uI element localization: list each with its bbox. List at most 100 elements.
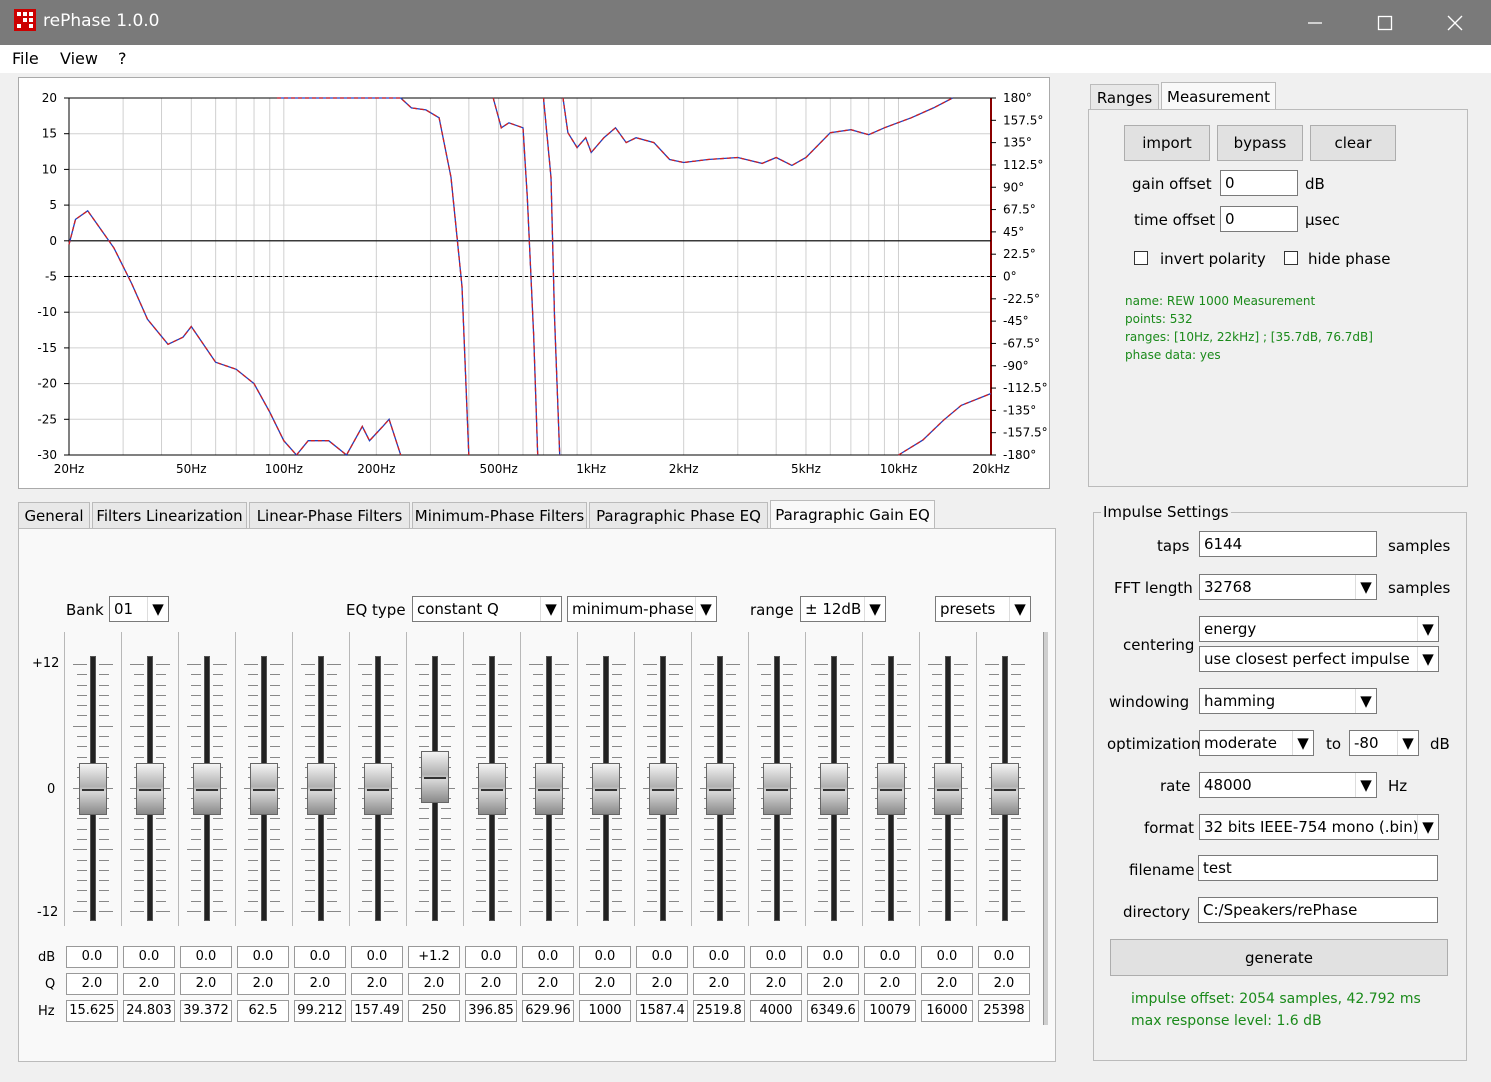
band-q-field[interactable]: 2.0 bbox=[465, 973, 517, 995]
tab-linear-phase-filters[interactable]: Linear-Phase Filters bbox=[249, 502, 410, 528]
gain-slider-handle[interactable] bbox=[819, 763, 848, 815]
band-q-field[interactable]: 2.0 bbox=[579, 973, 631, 995]
band-frequency-field[interactable]: 2519.8 bbox=[693, 1000, 745, 1022]
menu-file[interactable]: File bbox=[12, 49, 39, 68]
band-q-field[interactable]: 2.0 bbox=[123, 973, 175, 995]
band-frequency-field[interactable]: 62.5 bbox=[237, 1000, 289, 1022]
gain-offset-input[interactable]: 0 bbox=[1220, 170, 1298, 196]
minimize-button[interactable] bbox=[1280, 0, 1350, 45]
tab-general[interactable]: General bbox=[18, 502, 90, 528]
band-gain-field[interactable]: 0.0 bbox=[750, 946, 802, 968]
band-q-field[interactable]: 2.0 bbox=[351, 973, 403, 995]
band-q-field[interactable]: 2.0 bbox=[693, 973, 745, 995]
band-q-field[interactable]: 2.0 bbox=[978, 973, 1030, 995]
filename-input[interactable]: test bbox=[1198, 855, 1438, 881]
gain-slider-handle[interactable] bbox=[762, 763, 791, 815]
band-gain-field[interactable]: 0.0 bbox=[693, 946, 745, 968]
menu-view[interactable]: View bbox=[60, 49, 98, 68]
band-gain-field[interactable]: 0.0 bbox=[579, 946, 631, 968]
band-q-field[interactable]: 2.0 bbox=[522, 973, 574, 995]
taps-input[interactable]: 6144 bbox=[1199, 531, 1377, 557]
band-q-field[interactable]: 2.0 bbox=[750, 973, 802, 995]
band-q-field[interactable]: 2.0 bbox=[921, 973, 973, 995]
band-frequency-field[interactable]: 39.372 bbox=[180, 1000, 232, 1022]
gain-slider-handle[interactable] bbox=[78, 763, 107, 815]
band-frequency-field[interactable]: 24.803 bbox=[123, 1000, 175, 1022]
tab-filters-linearization[interactable]: Filters Linearization bbox=[92, 502, 247, 528]
band-frequency-field[interactable]: 25398 bbox=[978, 1000, 1030, 1022]
windowing-select[interactable]: hamming ▼ bbox=[1199, 688, 1377, 714]
gain-slider-handle[interactable] bbox=[363, 763, 392, 815]
bypass-button[interactable]: bypass bbox=[1217, 125, 1303, 161]
band-q-field[interactable]: 2.0 bbox=[864, 973, 916, 995]
eq-type-select[interactable]: constant Q ▼ bbox=[412, 596, 562, 622]
gain-slider-handle[interactable] bbox=[933, 763, 962, 815]
gain-slider-handle[interactable] bbox=[306, 763, 335, 815]
tab-paragraphic-phase-eq[interactable]: Paragraphic Phase EQ bbox=[589, 502, 768, 528]
phase-type-select[interactable]: minimum-phase ▼ bbox=[567, 596, 717, 622]
band-q-field[interactable]: 2.0 bbox=[294, 973, 346, 995]
band-gain-field[interactable]: 0.0 bbox=[522, 946, 574, 968]
invert-polarity-checkbox[interactable] bbox=[1134, 251, 1148, 265]
band-frequency-field[interactable]: 99.212 bbox=[294, 1000, 346, 1022]
tab-minimum-phase-filters[interactable]: Minimum-Phase Filters bbox=[412, 502, 587, 528]
tab-ranges[interactable]: Ranges bbox=[1090, 84, 1159, 110]
gain-slider-handle[interactable] bbox=[705, 763, 734, 815]
gain-slider-handle[interactable] bbox=[420, 750, 449, 803]
band-q-field[interactable]: 2.0 bbox=[636, 973, 688, 995]
hide-phase-checkbox[interactable] bbox=[1284, 251, 1298, 265]
gain-slider-handle[interactable] bbox=[990, 763, 1019, 815]
gain-slider-handle[interactable] bbox=[534, 763, 563, 815]
gain-slider-handle[interactable] bbox=[477, 763, 506, 815]
fft-length-select[interactable]: 32768 ▼ bbox=[1199, 574, 1377, 600]
band-gain-field[interactable]: 0.0 bbox=[294, 946, 346, 968]
band-q-field[interactable]: 2.0 bbox=[237, 973, 289, 995]
band-gain-field[interactable]: 0.0 bbox=[237, 946, 289, 968]
gain-slider-handle[interactable] bbox=[192, 763, 221, 815]
band-gain-field[interactable]: 0.0 bbox=[636, 946, 688, 968]
band-gain-field[interactable]: 0.0 bbox=[921, 946, 973, 968]
gain-slider-handle[interactable] bbox=[648, 763, 677, 815]
frequency-response-plot[interactable]: 20 15 10 5 0 -5 -10 -15 -20 -25 -30 180° 157.5° 135° 1… bbox=[18, 77, 1050, 489]
format-select[interactable]: 32 bits IEEE-754 mono (.bin) ▼ bbox=[1199, 814, 1439, 840]
optimization-db-select[interactable]: -80 ▼ bbox=[1349, 730, 1419, 756]
import-button[interactable]: import bbox=[1124, 125, 1210, 161]
band-frequency-field[interactable]: 6349.6 bbox=[807, 1000, 859, 1022]
tab-measurement[interactable]: Measurement bbox=[1161, 82, 1276, 110]
band-q-field[interactable]: 2.0 bbox=[180, 973, 232, 995]
directory-input[interactable]: C:/Speakers/rePhase bbox=[1198, 897, 1438, 923]
band-frequency-field[interactable]: 396.85 bbox=[465, 1000, 517, 1022]
band-frequency-field[interactable]: 1587.4 bbox=[636, 1000, 688, 1022]
band-frequency-field[interactable]: 16000 bbox=[921, 1000, 973, 1022]
maximize-button[interactable] bbox=[1350, 0, 1420, 45]
band-gain-field[interactable]: +1.2 bbox=[408, 946, 460, 968]
band-q-field[interactable]: 2.0 bbox=[66, 973, 118, 995]
band-gain-field[interactable]: 0.0 bbox=[123, 946, 175, 968]
gain-slider-handle[interactable] bbox=[591, 763, 620, 815]
band-gain-field[interactable]: 0.0 bbox=[351, 946, 403, 968]
band-q-field[interactable]: 2.0 bbox=[807, 973, 859, 995]
band-gain-field[interactable]: 0.0 bbox=[807, 946, 859, 968]
band-frequency-field[interactable]: 629.96 bbox=[522, 1000, 574, 1022]
optimization-select[interactable]: moderate ▼ bbox=[1199, 730, 1314, 756]
band-q-field[interactable]: 2.0 bbox=[408, 973, 460, 995]
generate-button[interactable]: generate bbox=[1110, 939, 1448, 976]
band-gain-field[interactable]: 0.0 bbox=[978, 946, 1030, 968]
bank-select[interactable]: 01 ▼ bbox=[109, 596, 169, 622]
centering-select[interactable]: energy ▼ bbox=[1199, 616, 1439, 642]
band-frequency-field[interactable]: 10079 bbox=[864, 1000, 916, 1022]
tab-paragraphic-gain-eq[interactable]: Paragraphic Gain EQ bbox=[770, 500, 935, 528]
presets-select[interactable]: presets ▼ bbox=[935, 596, 1031, 622]
time-offset-input[interactable]: 0 bbox=[1220, 206, 1298, 232]
clear-button[interactable]: clear bbox=[1310, 125, 1396, 161]
band-frequency-field[interactable]: 250 bbox=[408, 1000, 460, 1022]
band-gain-field[interactable]: 0.0 bbox=[465, 946, 517, 968]
eq-scrollbar[interactable] bbox=[1043, 632, 1048, 1025]
menu-help[interactable]: ? bbox=[118, 49, 127, 68]
gain-slider-handle[interactable] bbox=[876, 763, 905, 815]
band-gain-field[interactable]: 0.0 bbox=[864, 946, 916, 968]
band-gain-field[interactable]: 0.0 bbox=[66, 946, 118, 968]
centering-mode-select[interactable]: use closest perfect impulse ▼ bbox=[1199, 646, 1439, 672]
band-frequency-field[interactable]: 157.49 bbox=[351, 1000, 403, 1022]
range-select[interactable]: ± 12dB ▼ bbox=[800, 596, 886, 622]
